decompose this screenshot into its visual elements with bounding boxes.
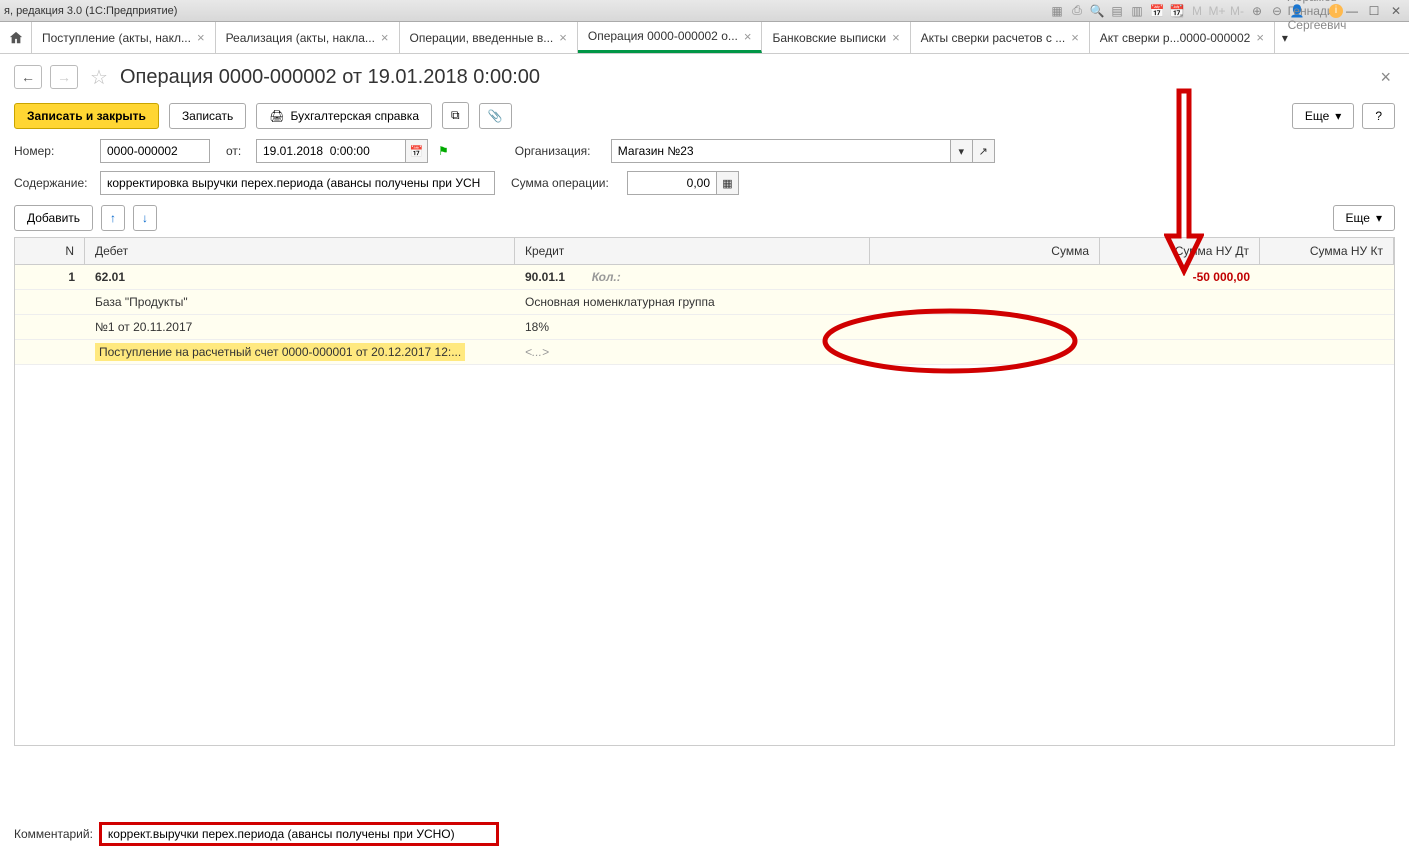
col-debit-header[interactable]: Дебет (85, 238, 515, 264)
grid-header: N Дебет Кредит Сумма Сумма НУ Дт Сумма Н… (15, 238, 1394, 265)
zoom-in-icon[interactable]: ⊕ (1249, 3, 1265, 19)
opsum-label: Сумма операции: (511, 176, 621, 190)
table-row[interactable]: №1 от 20.11.2017 18% (15, 315, 1394, 340)
table-row[interactable]: 1 62.01 90.01.1 Кол.: -50 000,00 (15, 265, 1394, 290)
from-label: от: (226, 144, 250, 158)
comment-label: Комментарий: (14, 827, 93, 841)
col-n-header[interactable]: N (15, 238, 85, 264)
more-button[interactable]: Еще ▾ (1292, 103, 1354, 129)
info-icon[interactable]: i (1329, 4, 1343, 18)
save-button[interactable]: Записать (169, 103, 246, 129)
col-sum-header[interactable]: Сумма (870, 238, 1100, 264)
m-icon[interactable]: M (1189, 3, 1205, 19)
add-button[interactable]: Добавить (14, 205, 93, 231)
close-icon[interactable]: ✕ (1387, 3, 1405, 19)
save-icon[interactable]: ▦ (1049, 3, 1065, 19)
close-page-icon[interactable]: × (1376, 67, 1395, 88)
date-field[interactable] (256, 139, 406, 163)
back-button[interactable]: ← (14, 65, 42, 89)
titlebar: я, редакция 3.0 (1С:Предприятие) ▦ ⎙ 🔍 ▤… (0, 0, 1409, 22)
content-field[interactable] (100, 171, 495, 195)
close-icon[interactable]: × (381, 30, 389, 45)
user-name[interactable]: Абрамов Геннадий Сергеевич (1309, 3, 1325, 19)
open-ref-icon[interactable]: ↗ (973, 139, 995, 163)
tabbar: Поступление (акты, накл...× Реализация (… (0, 22, 1409, 54)
calendar-icon[interactable]: 📅 (406, 139, 428, 163)
report-icon[interactable]: ▥ (1129, 3, 1145, 19)
search-icon[interactable]: 🔍 (1089, 3, 1105, 19)
tree-button[interactable]: ⧉ (442, 102, 469, 129)
table-row[interactable]: Поступление на расчетный счет 0000-00000… (15, 340, 1394, 365)
tab-bank[interactable]: Банковские выписки× (762, 22, 910, 53)
col-sumdt-header[interactable]: Сумма НУ Дт (1100, 238, 1260, 264)
tab-operaciya-current[interactable]: Операция 0000-000002 о...× (578, 22, 763, 53)
sum-input-group: ▦ (627, 171, 739, 195)
org-label: Организация: (515, 144, 605, 158)
close-icon[interactable]: × (1256, 30, 1264, 45)
table-toolbar: Добавить ↑ ↓ Еще ▾ (14, 205, 1395, 231)
tab-postuplenie[interactable]: Поступление (акты, накл...× (32, 22, 216, 53)
comment-row: Комментарий: (14, 822, 1395, 846)
close-icon[interactable]: × (1071, 30, 1079, 45)
move-up-button[interactable]: ↑ (101, 205, 125, 231)
calendar-icon[interactable]: 📅 (1149, 3, 1165, 19)
date-input-group: 📅 (256, 139, 428, 163)
move-down-button[interactable]: ↓ (133, 205, 157, 231)
minimize-icon[interactable]: — (1343, 3, 1361, 19)
accounting-ref-button[interactable]: Бухгалтерская справка (256, 103, 432, 129)
opsum-field[interactable] (627, 171, 717, 195)
grid-body: 1 62.01 90.01.1 Кол.: -50 000,00 База "П… (15, 265, 1394, 365)
save-close-button[interactable]: Записать и закрыть (14, 103, 159, 129)
calc-icon[interactable]: ▤ (1109, 3, 1125, 19)
calculator-icon[interactable]: ▦ (717, 171, 739, 195)
tab-akt-sverki[interactable]: Акт сверки р...0000-000002× (1090, 22, 1275, 53)
close-icon[interactable]: × (744, 29, 752, 44)
zoom-out-icon[interactable]: ⊖ (1269, 3, 1285, 19)
tab-realizaciya[interactable]: Реализация (акты, накла...× (216, 22, 400, 53)
tab-akty[interactable]: Акты сверки расчетов с ...× (911, 22, 1090, 53)
col-credit-header[interactable]: Кредит (515, 238, 870, 264)
grid-empty-area[interactable] (15, 365, 1394, 745)
comment-field[interactable] (99, 822, 499, 846)
number-label: Номер: (14, 144, 94, 158)
page-title: Операция 0000-000002 от 19.01.2018 0:00:… (120, 66, 540, 89)
page-header: ← → ☆ Операция 0000-000002 от 19.01.2018… (14, 64, 1395, 90)
m-plus-icon[interactable]: M+ (1209, 3, 1225, 19)
main-toolbar: Записать и закрыть Записать Бухгалтерска… (14, 102, 1395, 129)
favorite-icon[interactable]: ☆ (86, 64, 112, 90)
maximize-icon[interactable]: ☐ (1365, 3, 1383, 19)
tab-operacii[interactable]: Операции, введенные в...× (400, 22, 578, 53)
org-input-group: ▾ ↗ (611, 139, 995, 163)
dropdown-icon[interactable]: ▾ (951, 139, 973, 163)
content-row: Содержание: Сумма операции: ▦ (14, 171, 1395, 195)
content-label: Содержание: (14, 176, 94, 190)
attach-button[interactable]: 📎 (479, 103, 512, 129)
number-field[interactable] (100, 139, 210, 163)
m-minus-icon[interactable]: M- (1229, 3, 1245, 19)
home-tab[interactable] (0, 22, 32, 53)
tab-overflow-icon[interactable]: ▾ (1275, 22, 1295, 53)
printer-icon (269, 109, 284, 123)
app-title: я, редакция 3.0 (1С:Предприятие) (4, 5, 177, 17)
number-row: Номер: от: 📅 ⚑ Организация: ▾ ↗ (14, 139, 1395, 163)
close-icon[interactable]: × (892, 30, 900, 45)
entries-grid: N Дебет Кредит Сумма Сумма НУ Дт Сумма Н… (14, 237, 1395, 746)
close-icon[interactable]: × (197, 30, 205, 45)
window-controls: — ☐ ✕ (1343, 3, 1405, 19)
forward-button[interactable]: → (50, 65, 78, 89)
home-icon (9, 31, 23, 45)
titlebar-icons: ▦ ⎙ 🔍 ▤ ▥ 📅 📆 M M+ M- ⊕ ⊖ 👤 Абрамов Генн… (1049, 3, 1343, 19)
table-more-button[interactable]: Еще ▾ (1333, 205, 1395, 231)
col-sumkt-header[interactable]: Сумма НУ Кт (1260, 238, 1394, 264)
table-row[interactable]: База "Продукты" Основная номенклатурная … (15, 290, 1394, 315)
help-button[interactable]: ? (1362, 103, 1395, 129)
close-icon[interactable]: × (559, 30, 567, 45)
flag-icon[interactable]: ⚑ (438, 144, 449, 158)
date-icon[interactable]: 📆 (1169, 3, 1185, 19)
print-icon[interactable]: ⎙ (1069, 3, 1085, 19)
org-field[interactable] (611, 139, 951, 163)
